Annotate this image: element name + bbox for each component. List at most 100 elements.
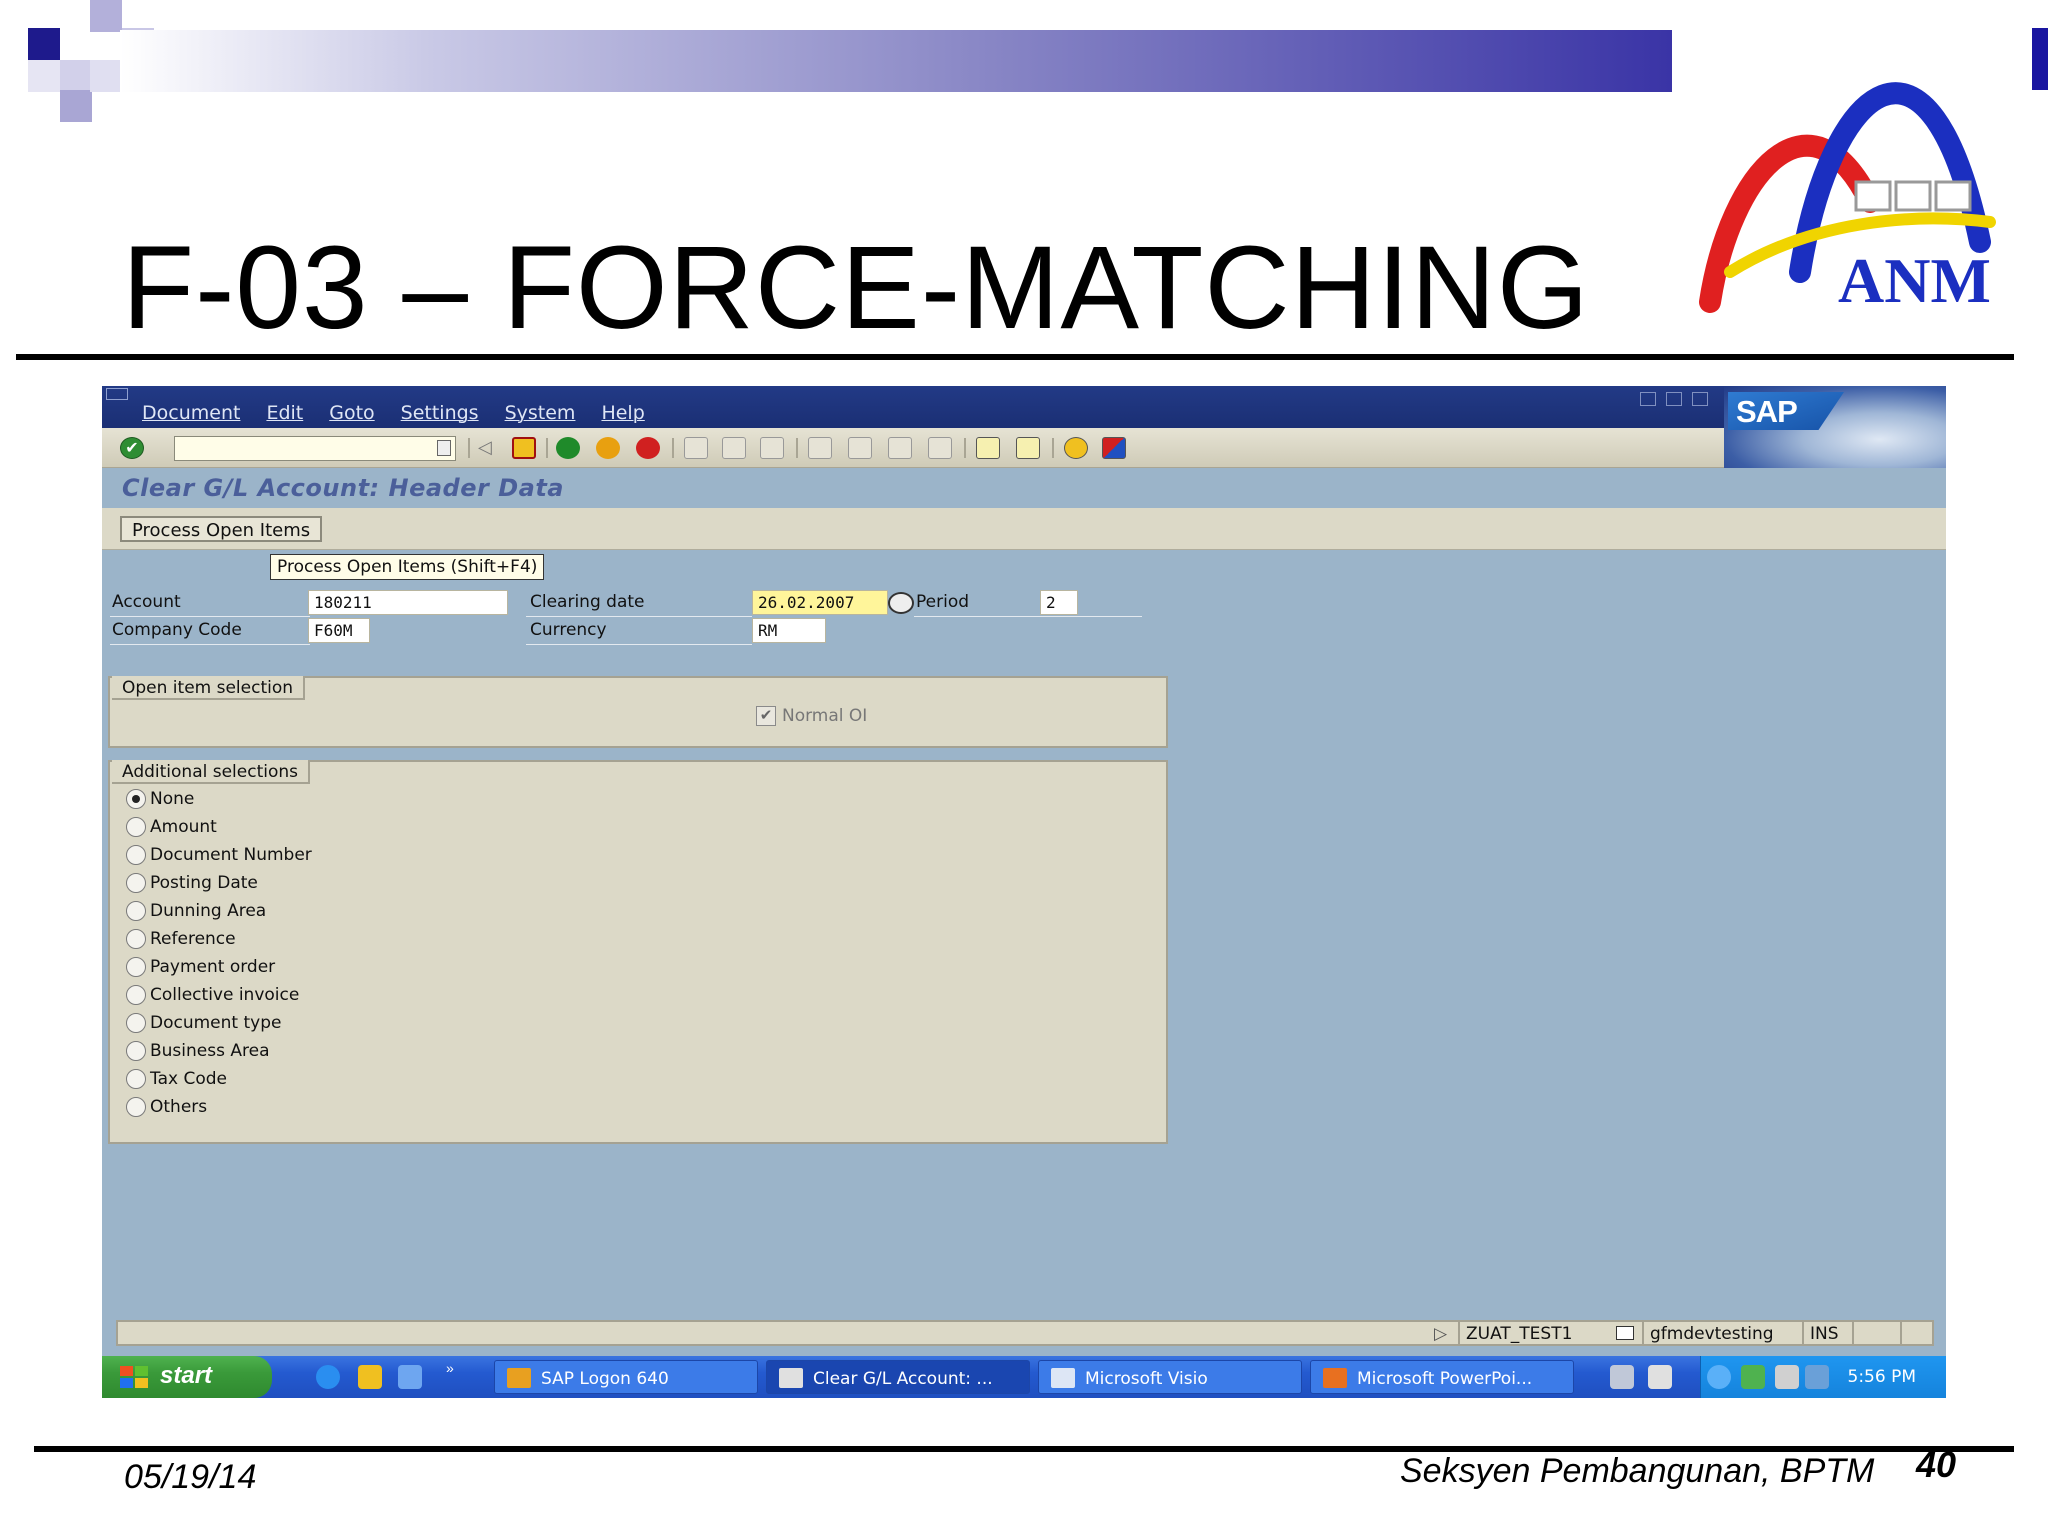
radio-posting-date[interactable]: Posting Date (126, 870, 258, 896)
sap-window-menu-icon[interactable] (106, 388, 128, 400)
task-microsoft-powerpoint[interactable]: Microsoft PowerPoi... (1310, 1360, 1574, 1394)
task-clear-gl-account[interactable]: Clear G/L Account: ... (766, 1360, 1030, 1394)
radio-label: Business Area (150, 1041, 270, 1061)
minimize-button[interactable] (1640, 392, 1656, 406)
radio-label: Amount (150, 817, 217, 837)
desktop-icon[interactable] (1648, 1365, 1672, 1389)
radio-button[interactable] (126, 957, 146, 977)
create-session-icon[interactable] (976, 437, 1000, 459)
previous-page-icon[interactable] (848, 437, 872, 459)
radio-none[interactable]: None (126, 786, 194, 812)
security-icon[interactable] (1775, 1365, 1799, 1389)
system-info-icon[interactable] (1616, 1326, 1634, 1340)
radio-button[interactable] (126, 901, 146, 921)
radio-button[interactable] (126, 1069, 146, 1089)
radio-payment-order[interactable]: Payment order (126, 954, 275, 980)
exit-icon[interactable] (596, 437, 620, 459)
command-history-icon[interactable] (437, 440, 451, 456)
close-button[interactable] (1692, 392, 1708, 406)
header-accent-bar (2032, 28, 2048, 90)
radio-button[interactable] (126, 817, 146, 837)
taskbar-clock[interactable]: 5:56 PM (1848, 1367, 1917, 1387)
radio-label: Document Number (150, 845, 312, 865)
footer-organization: Seksyen Pembangunan, BPTM (1400, 1452, 1875, 1490)
radio-others[interactable]: Others (126, 1094, 207, 1120)
radio-label: Others (150, 1097, 208, 1117)
radio-button[interactable] (126, 1013, 146, 1033)
tray-expand-icon[interactable] (1707, 1365, 1731, 1389)
label-underline (110, 616, 310, 617)
radio-button[interactable] (126, 929, 146, 949)
visio-icon (1051, 1368, 1075, 1388)
tools-icon[interactable] (1610, 1365, 1634, 1389)
clearing-date-field[interactable]: 26.02.2007 (752, 590, 888, 615)
task-sap-logon[interactable]: SAP Logon 640 (494, 1360, 758, 1394)
last-page-icon[interactable] (928, 437, 952, 459)
menu-help[interactable]: Help (601, 402, 644, 424)
windows-taskbar: start » SAP Logon 640 Clear G/L Account:… (102, 1356, 1946, 1398)
radio-tax-code[interactable]: Tax Code (126, 1066, 227, 1092)
back-icon[interactable] (556, 437, 580, 459)
normal-oi-checkbox[interactable]: ✔ (756, 706, 776, 726)
account-field[interactable]: 180211 (308, 590, 508, 615)
radio-button[interactable] (126, 985, 146, 1005)
radio-button[interactable] (126, 1041, 146, 1061)
save-icon[interactable] (512, 437, 536, 459)
layout-menu-icon[interactable] (1102, 437, 1126, 459)
system-tray: 5:56 PM (1700, 1356, 1946, 1398)
toolbar-separator (468, 438, 470, 458)
status-system: ZUAT_TEST1 (1466, 1324, 1573, 1344)
volume-icon[interactable] (1805, 1365, 1829, 1389)
menu-system[interactable]: System (505, 402, 576, 424)
quick-launch-expand-icon[interactable]: » (446, 1360, 454, 1376)
find-icon[interactable] (722, 437, 746, 459)
radio-document-number[interactable]: Document Number (126, 842, 312, 868)
task-microsoft-visio[interactable]: Microsoft Visio (1038, 1360, 1302, 1394)
company-code-field[interactable]: F60M (308, 618, 370, 643)
radio-collective-invoice[interactable]: Collective invoice (126, 982, 299, 1008)
maximize-button[interactable] (1666, 392, 1682, 406)
help-icon[interactable] (1064, 437, 1088, 459)
status-mode[interactable]: INS (1810, 1324, 1839, 1344)
outlook-icon[interactable] (358, 1365, 382, 1389)
quick-launch-icon[interactable] (398, 1365, 422, 1389)
period-field[interactable]: 2 (1040, 590, 1078, 615)
first-page-icon[interactable] (808, 437, 832, 459)
menu-document[interactable]: Document (142, 402, 240, 424)
sap-standard-toolbar: ✔ ◁ (102, 428, 1724, 468)
status-expand-icon[interactable]: ▷ (1434, 1324, 1447, 1344)
company-code-label: Company Code (112, 620, 242, 640)
menu-settings[interactable]: Settings (401, 402, 479, 424)
command-field[interactable] (174, 436, 456, 461)
radio-label: Collective invoice (150, 985, 300, 1005)
sap-window-icon (779, 1368, 803, 1388)
radio-button-selected[interactable] (126, 789, 146, 809)
find-next-icon[interactable] (760, 437, 784, 459)
radio-business-area[interactable]: Business Area (126, 1038, 270, 1064)
collapse-arrow-icon[interactable]: ◁ (478, 437, 502, 459)
shortcut-icon[interactable] (1016, 437, 1040, 459)
next-page-icon[interactable] (888, 437, 912, 459)
radio-button[interactable] (126, 873, 146, 893)
print-icon[interactable] (684, 437, 708, 459)
internet-explorer-icon[interactable] (316, 1365, 340, 1389)
sap-window: Document Edit Goto Settings System Help … (102, 386, 1946, 1398)
menu-goto[interactable]: Goto (329, 402, 374, 424)
menu-edit[interactable]: Edit (266, 402, 303, 424)
enter-check-icon[interactable]: ✔ (120, 437, 144, 459)
network-icon[interactable] (1741, 1365, 1765, 1389)
process-open-items-button[interactable]: Process Open Items (120, 516, 323, 542)
start-button[interactable]: start (102, 1356, 272, 1398)
radio-button[interactable] (126, 1097, 146, 1117)
task-label: SAP Logon 640 (541, 1369, 669, 1389)
radio-label: Dunning Area (150, 901, 267, 921)
radio-button[interactable] (126, 845, 146, 865)
cancel-icon[interactable] (636, 437, 660, 459)
anm-logo: ANM (1690, 22, 2010, 322)
radio-dunning-area[interactable]: Dunning Area (126, 898, 266, 924)
radio-reference[interactable]: Reference (126, 926, 236, 952)
radio-document-type[interactable]: Document type (126, 1010, 281, 1036)
radio-amount[interactable]: Amount (126, 814, 217, 840)
date-picker-icon[interactable] (888, 592, 914, 614)
currency-field[interactable]: RM (752, 618, 826, 643)
